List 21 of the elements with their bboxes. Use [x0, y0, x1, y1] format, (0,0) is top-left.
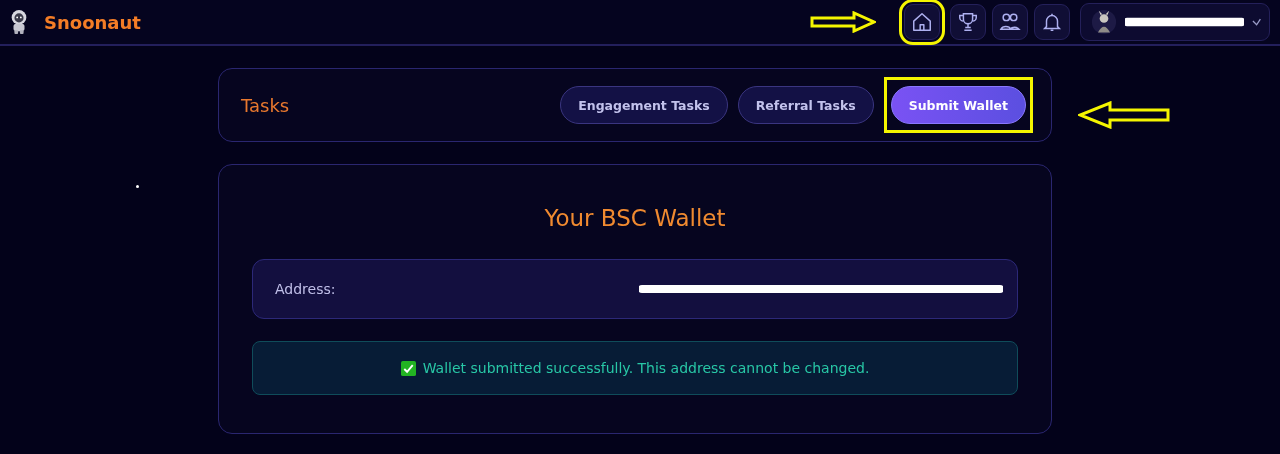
wallet-title: Your BSC Wallet [543, 205, 727, 231]
user-menu[interactable] [1080, 3, 1270, 41]
address-label: Address: [275, 281, 336, 297]
chevron-icon [1251, 18, 1261, 26]
annotation-arrow [810, 11, 876, 33]
brand-name: Snoonaut [44, 11, 141, 33]
bell-icon [1041, 11, 1063, 33]
people-button[interactable] [992, 4, 1028, 40]
trophy-button[interactable] [950, 4, 986, 40]
tab[interactable]: Referral Tasks [737, 86, 874, 124]
section-title: Tasks [241, 94, 290, 116]
tab[interactable]: Submit Wallet [890, 86, 1026, 124]
check-icon [400, 360, 416, 376]
home-icon [911, 11, 933, 33]
bell-button[interactable] [1034, 4, 1070, 40]
tab[interactable]: Engagement Tasks [560, 86, 728, 124]
trophy-icon [957, 11, 979, 33]
users-icon [999, 11, 1021, 33]
message-text: Wallet submitted successfully. This address cannot be changed. [422, 360, 870, 376]
avatar-icon [1091, 8, 1117, 36]
star-dot [136, 185, 139, 188]
